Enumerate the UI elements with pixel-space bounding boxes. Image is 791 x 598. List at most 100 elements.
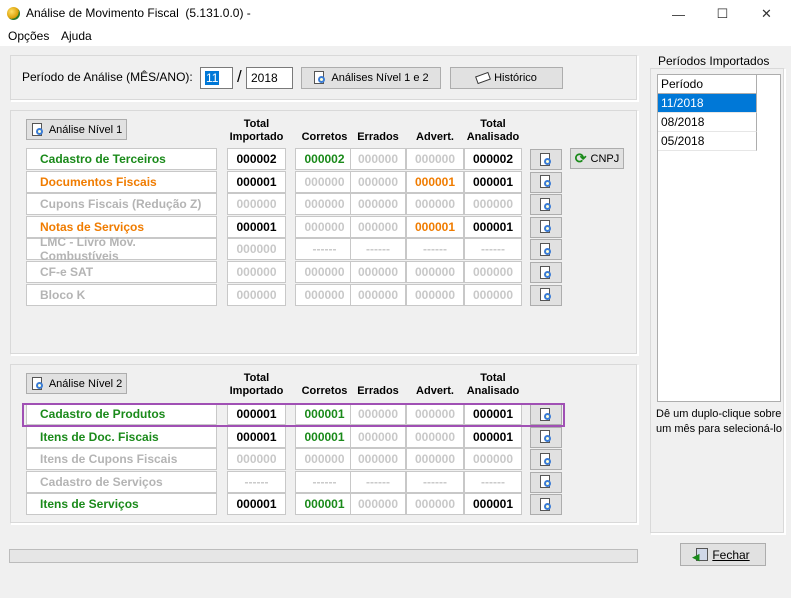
advert-value: 000000 xyxy=(406,425,464,448)
detail-button[interactable] xyxy=(530,426,562,448)
row-label: Documentos Fiscais xyxy=(26,170,217,193)
advert-value: 000000 xyxy=(406,193,464,216)
row-label: Cupons Fiscais (Redução Z) xyxy=(26,193,217,216)
corretos-value: 000001 xyxy=(295,493,354,516)
total-importado-value: 000001 xyxy=(227,493,286,516)
search-doc-icon xyxy=(539,497,553,512)
total-analisado-value: 000000 xyxy=(464,261,522,283)
header-total-importado-line: Importado xyxy=(229,131,284,143)
eraser-icon xyxy=(475,71,492,85)
search-doc-icon xyxy=(539,288,553,302)
header-advert-line: Advert. xyxy=(416,385,454,397)
header-total-importado-line: Total xyxy=(243,118,270,130)
search-doc-icon xyxy=(31,376,45,391)
cnpj-button[interactable]: ⟳ CNPJ xyxy=(570,148,624,169)
detail-button[interactable] xyxy=(530,194,562,216)
header-advert: Advert. xyxy=(406,118,464,144)
total-importado-value: 000000 xyxy=(227,448,286,471)
advert-value: 000000 xyxy=(406,148,464,170)
detail-button[interactable] xyxy=(530,239,562,261)
errados-value: 000000 xyxy=(350,170,406,193)
detail-button[interactable] xyxy=(530,494,562,516)
row-label: Cadastro de Terceiros xyxy=(26,148,217,170)
total-analisado-value: ------ xyxy=(464,238,522,261)
year-input[interactable]: 2018 xyxy=(246,67,293,89)
detail-button[interactable] xyxy=(530,171,562,193)
corretos-value: 000000 xyxy=(295,283,354,306)
search-doc-icon xyxy=(539,265,553,280)
month-input[interactable]: 11 xyxy=(200,67,233,89)
header-errados: Errados xyxy=(350,118,406,144)
advert-value: 000000 xyxy=(406,448,464,471)
errados-value: 000000 xyxy=(350,448,406,471)
periodo-header[interactable]: Período xyxy=(658,75,757,94)
search-doc-icon xyxy=(31,122,45,137)
historico-button[interactable]: Histórico xyxy=(450,67,563,89)
periodo-item[interactable]: 11/2018 xyxy=(658,94,757,113)
search-doc-icon xyxy=(539,197,553,212)
total-importado-value: 000001 xyxy=(227,170,286,193)
maximize-button[interactable]: ☐ xyxy=(700,0,745,28)
row-label: Itens de Cupons Fiscais xyxy=(26,448,217,471)
analise-nivel-2-button[interactable]: Análise Nível 2 xyxy=(26,373,127,394)
search-doc-icon xyxy=(539,242,553,257)
row-label: CF-e SAT xyxy=(26,261,217,283)
header-errados-line: Errados xyxy=(357,385,399,397)
detail-button[interactable] xyxy=(530,149,562,170)
row-label: Itens de Doc. Fiscais xyxy=(26,425,217,448)
advert-value: 000001 xyxy=(406,215,464,238)
row-label: Bloco K xyxy=(26,283,217,306)
header-errados: Errados xyxy=(350,372,406,398)
detail-button[interactable] xyxy=(530,471,562,493)
fechar-button[interactable]: ◀ Fechar xyxy=(680,543,766,566)
total-importado-value: ------ xyxy=(227,470,286,493)
total-importado-value: 000000 xyxy=(227,283,286,306)
periodos-list[interactable]: Período 11/2018 08/2018 05/2018 xyxy=(657,74,781,402)
periodo-item[interactable]: 05/2018 xyxy=(658,132,757,151)
analise-nivel-1-button[interactable]: Análise Nível 1 xyxy=(26,119,127,140)
total-analisado-value: 000001 xyxy=(464,215,522,238)
window-title: Análise de Movimento Fiscal (5.131.0.0) … xyxy=(26,6,251,20)
periodos-title: Períodos Importados xyxy=(657,54,771,68)
header-errados-line: Errados xyxy=(357,131,399,143)
corretos-value: 000000 xyxy=(295,448,354,471)
search-doc-icon xyxy=(539,475,553,489)
errados-value: 000000 xyxy=(350,283,406,306)
total-analisado-value: 000001 xyxy=(464,170,522,193)
menu-opcoes[interactable]: Opções xyxy=(8,29,49,43)
search-doc-icon xyxy=(539,452,553,467)
advert-value: ------ xyxy=(406,470,464,493)
search-doc-icon xyxy=(539,152,553,167)
period-separator: / xyxy=(237,67,242,86)
menu-ajuda[interactable]: Ajuda xyxy=(61,29,92,43)
total-analisado-value: 000002 xyxy=(464,148,522,170)
detail-button[interactable] xyxy=(530,262,562,283)
total-analisado-value: 000000 xyxy=(464,193,522,216)
advert-value: ------ xyxy=(406,238,464,261)
progress-bar xyxy=(9,549,638,563)
detail-button[interactable] xyxy=(530,449,562,471)
corretos-value: ------ xyxy=(295,238,354,261)
header-total-importado: Total Importado xyxy=(227,118,286,144)
minimize-button[interactable]: — xyxy=(656,0,701,28)
analises-nivel-1-2-button[interactable]: Análises Nível 1 e 2 xyxy=(301,67,441,89)
total-importado-value: 000001 xyxy=(227,215,286,238)
row-label: Itens de Serviços xyxy=(26,493,217,516)
advert-value: 000000 xyxy=(406,283,464,306)
corretos-value: 000000 xyxy=(295,170,354,193)
search-doc-icon xyxy=(539,175,553,189)
total-analisado-value: 000000 xyxy=(464,283,522,306)
header-corretos: Corretos xyxy=(295,118,354,144)
periodo-item[interactable]: 08/2018 xyxy=(658,113,757,132)
total-analisado-value: 000001 xyxy=(464,493,522,516)
header-total-analisado-line: Total xyxy=(480,118,506,130)
detail-button[interactable] xyxy=(530,284,562,306)
close-button[interactable]: ✕ xyxy=(744,0,789,28)
row-label: Cadastro de Serviços xyxy=(26,470,217,493)
app-icon xyxy=(7,7,20,20)
search-doc-icon xyxy=(313,71,327,85)
advert-value: 000001 xyxy=(406,170,464,193)
header-total-analisado: Total Analisado xyxy=(464,118,522,144)
detail-button[interactable] xyxy=(530,216,562,238)
title-bar: Análise de Movimento Fiscal (5.131.0.0) … xyxy=(0,0,791,28)
